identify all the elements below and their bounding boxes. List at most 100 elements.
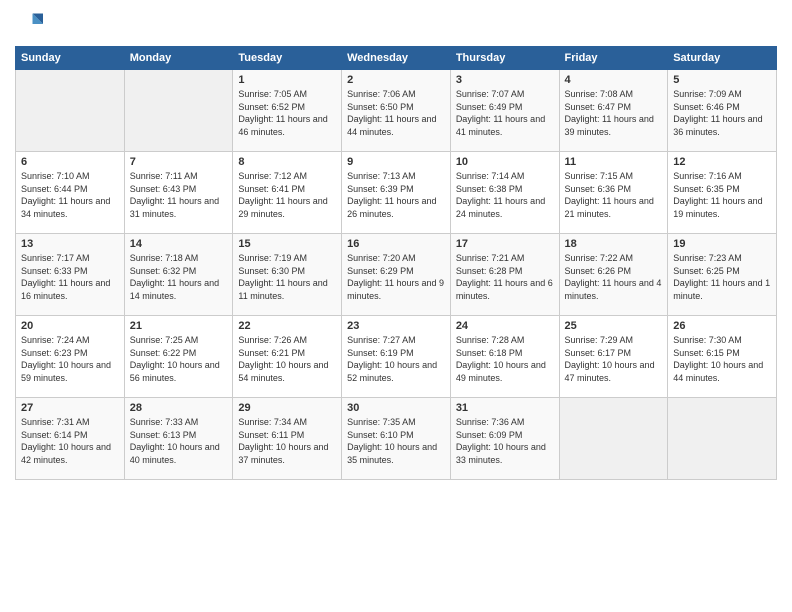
calendar-cell: 5 Sunrise: 7:09 AM Sunset: 6:46 PM Daylig…: [668, 70, 777, 152]
calendar-cell: 18 Sunrise: 7:22 AM Sunset: 6:26 PM Dayli…: [559, 234, 668, 316]
calendar-cell: 23Sunrise: 7:27 AM Sunset: 6:19 PM Dayli…: [342, 316, 451, 398]
day-info: Sunrise: 7:25 AM Sunset: 6:22 PM Dayligh…: [130, 334, 228, 384]
calendar-cell: 15 Sunrise: 7:19 AM Sunset: 6:30 PM Dayli…: [233, 234, 342, 316]
calendar-cell: 6 Sunrise: 7:10 AM Sunset: 6:44 PM Daylig…: [16, 152, 125, 234]
calendar-cell: 22 Sunrise: 7:26 AM Sunset: 6:21 PM Dayli…: [233, 316, 342, 398]
day-info: Sunrise: 7:12 AM Sunset: 6:41 PM Dayligh…: [238, 170, 336, 220]
calendar-cell: 2Sunrise: 7:06 AM Sunset: 6:50 PM Daylig…: [342, 70, 451, 152]
day-info: Sunrise: 7:24 AM Sunset: 6:23 PM Dayligh…: [21, 334, 119, 384]
day-info: Sunrise: 7:36 AM Sunset: 6:09 PM Dayligh…: [456, 416, 554, 466]
day-number: 19: [673, 238, 771, 250]
calendar-cell: 16 Sunrise: 7:20 AM Sunset: 6:29 PM Dayli…: [342, 234, 451, 316]
calendar-cell: 14 Sunrise: 7:18 AM Sunset: 6:32 PM Dayli…: [124, 234, 233, 316]
calendar-cell: [16, 70, 125, 152]
page: SundayMondayTuesdayWednesdayThursdayFrid…: [0, 0, 792, 612]
day-info: Sunrise: 7:09 AM Sunset: 6:46 PM Dayligh…: [673, 88, 771, 138]
day-number: 27: [21, 402, 119, 414]
day-number: 11: [565, 156, 663, 168]
day-number: 5: [673, 74, 771, 86]
calendar-cell: [559, 398, 668, 480]
day-number: 7: [130, 156, 228, 168]
day-number: 6: [21, 156, 119, 168]
calendar-cell: 11 Sunrise: 7:15 AM Sunset: 6:36 PM Dayli…: [559, 152, 668, 234]
day-info: Sunrise: 7:13 AM Sunset: 6:39 PM Dayligh…: [347, 170, 445, 220]
logo: [15, 10, 47, 38]
calendar-cell: 8 Sunrise: 7:12 AM Sunset: 6:41 PM Daylig…: [233, 152, 342, 234]
day-number: 9: [347, 156, 445, 168]
day-info: Sunrise: 7:26 AM Sunset: 6:21 PM Dayligh…: [238, 334, 336, 384]
day-number: 24: [456, 320, 554, 332]
day-info: Sunrise: 7:29 AM Sunset: 6:17 PM Dayligh…: [565, 334, 663, 384]
calendar-cell: 1 Sunrise: 7:05 AM Sunset: 6:52 PM Daylig…: [233, 70, 342, 152]
day-number: 28: [130, 402, 228, 414]
day-info: Sunrise: 7:11 AM Sunset: 6:43 PM Dayligh…: [130, 170, 228, 220]
day-number: 12: [673, 156, 771, 168]
day-number: 25: [565, 320, 663, 332]
day-info: Sunrise: 7:35 AM Sunset: 6:10 PM Dayligh…: [347, 416, 445, 466]
calendar-table: SundayMondayTuesdayWednesdayThursdayFrid…: [15, 46, 777, 480]
calendar-cell: 21Sunrise: 7:25 AM Sunset: 6:22 PM Dayli…: [124, 316, 233, 398]
day-number: 20: [21, 320, 119, 332]
day-info: Sunrise: 7:28 AM Sunset: 6:18 PM Dayligh…: [456, 334, 554, 384]
day-info: Sunrise: 7:22 AM Sunset: 6:26 PM Dayligh…: [565, 252, 663, 302]
day-info: Sunrise: 7:14 AM Sunset: 6:38 PM Dayligh…: [456, 170, 554, 220]
day-info: Sunrise: 7:18 AM Sunset: 6:32 PM Dayligh…: [130, 252, 228, 302]
day-number: 29: [238, 402, 336, 414]
calendar-cell: 30Sunrise: 7:35 AM Sunset: 6:10 PM Dayli…: [342, 398, 451, 480]
day-number: 13: [21, 238, 119, 250]
day-number: 15: [238, 238, 336, 250]
day-info: Sunrise: 7:05 AM Sunset: 6:52 PM Dayligh…: [238, 88, 336, 138]
day-number: 18: [565, 238, 663, 250]
day-info: Sunrise: 7:30 AM Sunset: 6:15 PM Dayligh…: [673, 334, 771, 384]
calendar-cell: 9 Sunrise: 7:13 AM Sunset: 6:39 PM Daylig…: [342, 152, 451, 234]
day-number: 10: [456, 156, 554, 168]
calendar-cell: 26Sunrise: 7:30 AM Sunset: 6:15 PM Dayli…: [668, 316, 777, 398]
day-number: 31: [456, 402, 554, 414]
day-number: 14: [130, 238, 228, 250]
calendar-cell: 13 Sunrise: 7:17 AM Sunset: 6:33 PM Dayli…: [16, 234, 125, 316]
day-number: 22: [238, 320, 336, 332]
weekday-header-row: SundayMondayTuesdayWednesdayThursdayFrid…: [16, 47, 777, 70]
calendar-cell: 10 Sunrise: 7:14 AM Sunset: 6:38 PM Dayli…: [450, 152, 559, 234]
day-info: Sunrise: 7:15 AM Sunset: 6:36 PM Dayligh…: [565, 170, 663, 220]
day-info: Sunrise: 7:21 AM Sunset: 6:28 PM Dayligh…: [456, 252, 554, 302]
calendar-cell: 20 Sunrise: 7:24 AM Sunset: 6:23 PM Dayli…: [16, 316, 125, 398]
calendar-cell: 27 Sunrise: 7:31 AM Sunset: 6:14 PM Dayli…: [16, 398, 125, 480]
day-info: Sunrise: 7:10 AM Sunset: 6:44 PM Dayligh…: [21, 170, 119, 220]
day-info: Sunrise: 7:20 AM Sunset: 6:29 PM Dayligh…: [347, 252, 445, 302]
calendar-cell: 29 Sunrise: 7:34 AM Sunset: 6:11 PM Dayli…: [233, 398, 342, 480]
day-number: 1: [238, 74, 336, 86]
weekday-header-tuesday: Tuesday: [233, 47, 342, 70]
week-row-1: 6 Sunrise: 7:10 AM Sunset: 6:44 PM Daylig…: [16, 152, 777, 234]
calendar-cell: 7 Sunrise: 7:11 AM Sunset: 6:43 PM Daylig…: [124, 152, 233, 234]
day-info: Sunrise: 7:19 AM Sunset: 6:30 PM Dayligh…: [238, 252, 336, 302]
calendar-cell: 12Sunrise: 7:16 AM Sunset: 6:35 PM Dayli…: [668, 152, 777, 234]
calendar-cell: 19Sunrise: 7:23 AM Sunset: 6:25 PM Dayli…: [668, 234, 777, 316]
weekday-header-saturday: Saturday: [668, 47, 777, 70]
calendar-cell: [124, 70, 233, 152]
calendar-cell: 3 Sunrise: 7:07 AM Sunset: 6:49 PM Daylig…: [450, 70, 559, 152]
day-info: Sunrise: 7:07 AM Sunset: 6:49 PM Dayligh…: [456, 88, 554, 138]
weekday-header-thursday: Thursday: [450, 47, 559, 70]
logo-icon: [15, 10, 43, 38]
day-number: 16: [347, 238, 445, 250]
day-number: 3: [456, 74, 554, 86]
weekday-header-wednesday: Wednesday: [342, 47, 451, 70]
weekday-header-monday: Monday: [124, 47, 233, 70]
day-info: Sunrise: 7:31 AM Sunset: 6:14 PM Dayligh…: [21, 416, 119, 466]
calendar-cell: 24 Sunrise: 7:28 AM Sunset: 6:18 PM Dayli…: [450, 316, 559, 398]
calendar-cell: 28 Sunrise: 7:33 AM Sunset: 6:13 PM Dayli…: [124, 398, 233, 480]
day-info: Sunrise: 7:33 AM Sunset: 6:13 PM Dayligh…: [130, 416, 228, 466]
week-row-3: 20 Sunrise: 7:24 AM Sunset: 6:23 PM Dayli…: [16, 316, 777, 398]
calendar-cell: 4 Sunrise: 7:08 AM Sunset: 6:47 PM Daylig…: [559, 70, 668, 152]
day-info: Sunrise: 7:08 AM Sunset: 6:47 PM Dayligh…: [565, 88, 663, 138]
week-row-0: 1 Sunrise: 7:05 AM Sunset: 6:52 PM Daylig…: [16, 70, 777, 152]
day-info: Sunrise: 7:17 AM Sunset: 6:33 PM Dayligh…: [21, 252, 119, 302]
day-number: 4: [565, 74, 663, 86]
calendar-cell: 17 Sunrise: 7:21 AM Sunset: 6:28 PM Dayli…: [450, 234, 559, 316]
day-info: Sunrise: 7:34 AM Sunset: 6:11 PM Dayligh…: [238, 416, 336, 466]
header: [15, 10, 777, 38]
day-number: 8: [238, 156, 336, 168]
day-number: 17: [456, 238, 554, 250]
calendar-cell: 25 Sunrise: 7:29 AM Sunset: 6:17 PM Dayli…: [559, 316, 668, 398]
